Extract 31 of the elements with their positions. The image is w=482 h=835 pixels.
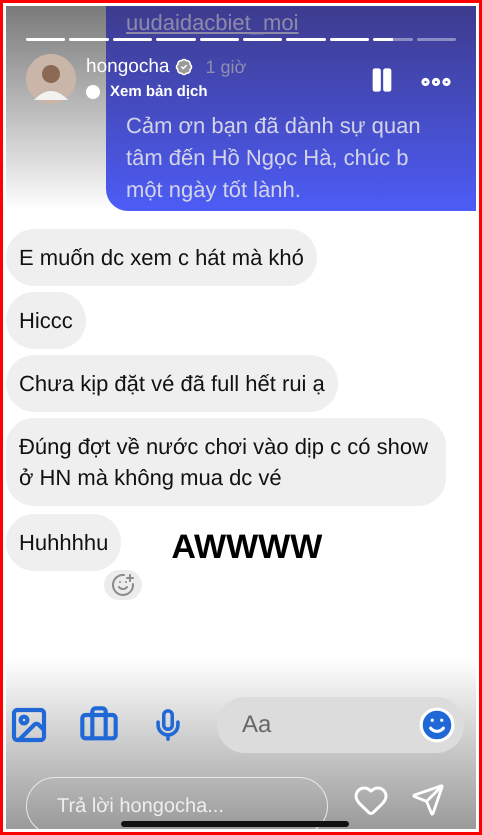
message-bubble: Chưa kịp đặt vé đã full hết rui ạ [6, 355, 338, 412]
sticker-text: AWWWW [171, 527, 322, 568]
progress-segment [69, 38, 109, 41]
message-bubble: Huhhhhu [6, 514, 122, 571]
progress-segment [373, 38, 413, 41]
smile-plus-icon [111, 573, 135, 597]
progress-segment [112, 38, 152, 41]
message-bubble: Hiccc [6, 292, 86, 349]
message-bubble: Đúng đợt về nước chơi vào dịp c có show ở HN mà không mua dc vé [6, 418, 446, 506]
progress-segment [200, 38, 240, 41]
message-text: một ngày tốt lành. [126, 176, 301, 204]
progress-segment [243, 38, 282, 41]
progress-segment [286, 38, 326, 41]
progress-segment [26, 38, 66, 41]
message-text: tâm đến Hồ Ngọc Hà, chúc b [126, 144, 408, 172]
input-placeholder: Aa [242, 710, 272, 740]
post-time: 1 giờ [205, 56, 246, 78]
avatar [26, 54, 76, 104]
image-icon[interactable] [9, 705, 49, 745]
link-text: uudaidacbiet_moi [126, 9, 298, 37]
username[interactable]: hongocha [86, 56, 170, 78]
translate-link[interactable]: Xem bản dịch [110, 81, 208, 104]
message-bubble: E muốn dc xem c hát mà khó [6, 229, 317, 286]
smile-icon[interactable] [418, 706, 456, 744]
send-icon[interactable] [411, 783, 445, 817]
message-text: Cảm ơn bạn đã dành sự quan [126, 112, 421, 140]
circle-icon [86, 85, 100, 100]
message-input[interactable]: Aa [217, 697, 464, 753]
progress-segment [330, 38, 370, 41]
progress-segment [156, 38, 196, 41]
progress-segment [416, 38, 456, 41]
